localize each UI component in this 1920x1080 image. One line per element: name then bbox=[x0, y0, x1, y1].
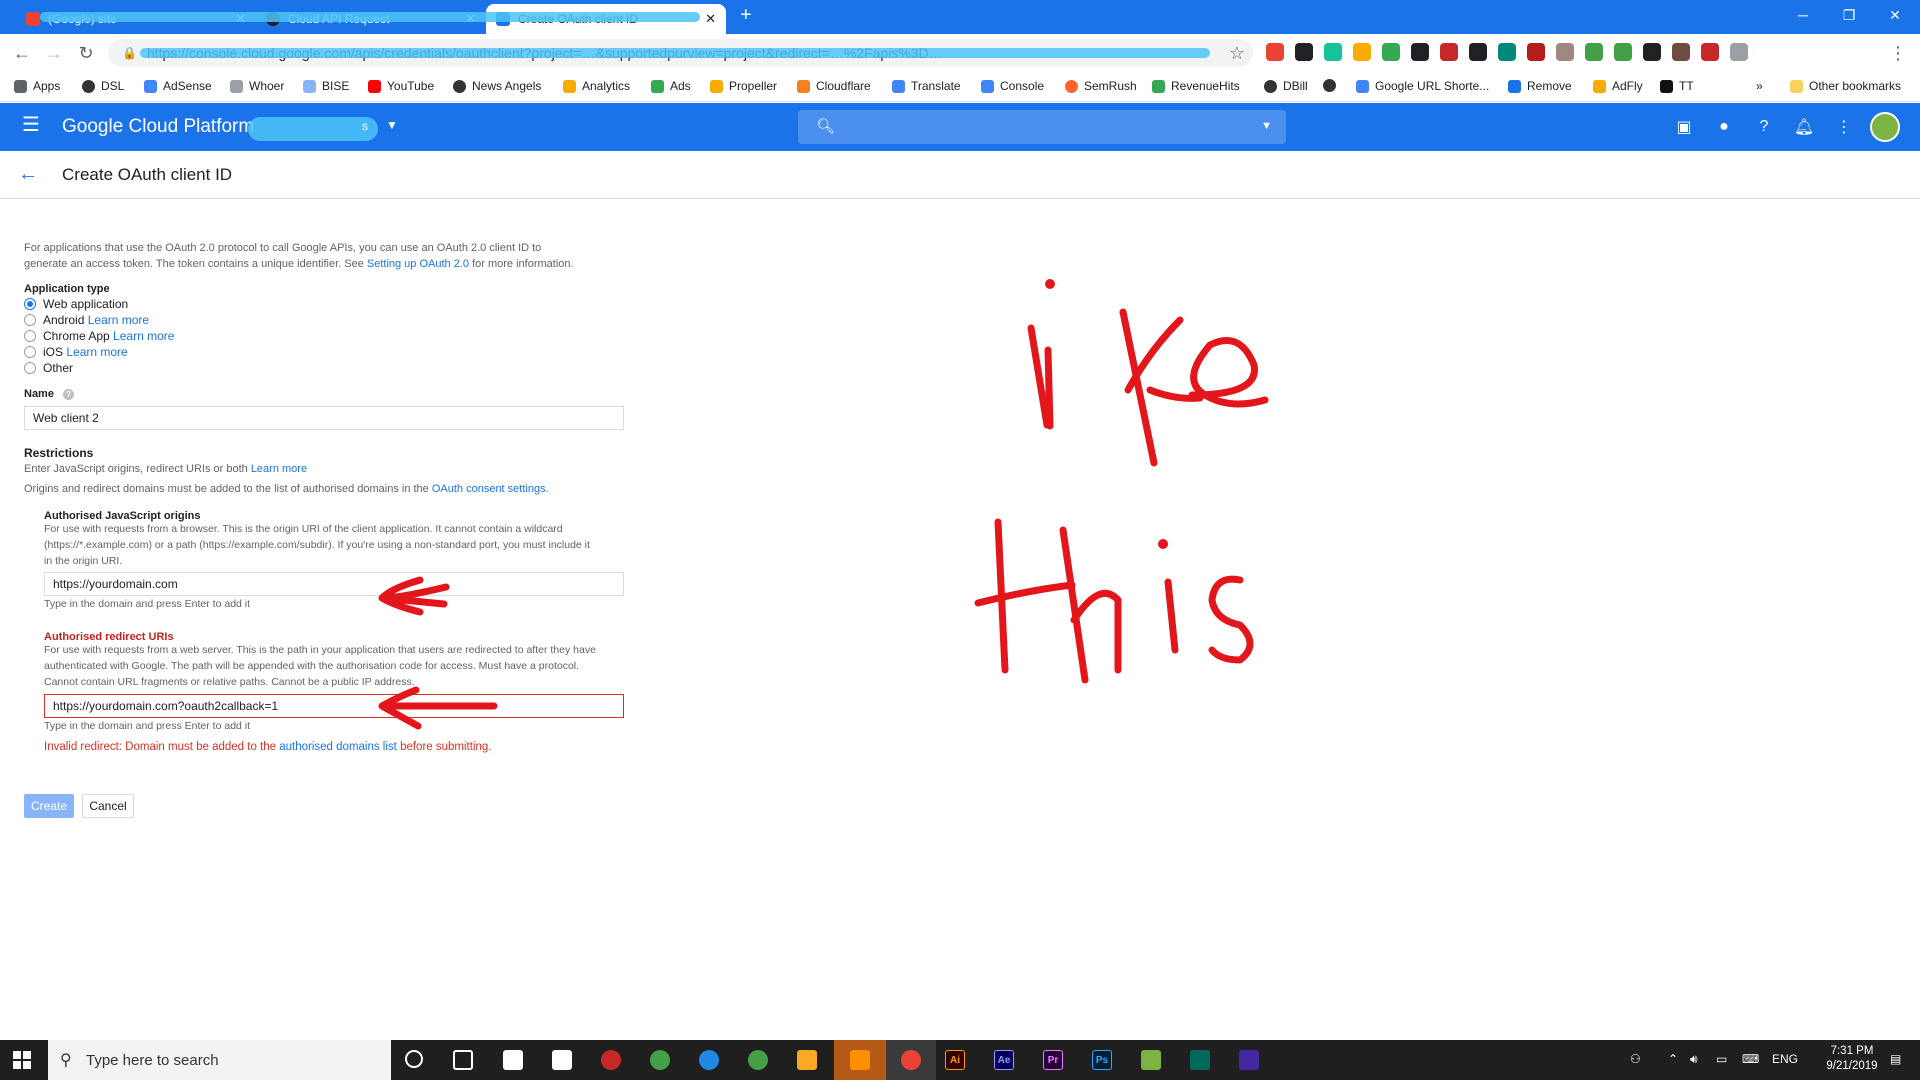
notification-center-icon[interactable]: ▤ bbox=[1890, 1052, 1901, 1066]
pdf-ext-icon[interactable] bbox=[1527, 43, 1545, 61]
xbox-icon[interactable] bbox=[650, 1050, 670, 1070]
photos-icon[interactable] bbox=[748, 1050, 768, 1070]
annotation-dot bbox=[1158, 539, 1168, 549]
arrow-to-redirect-uri bbox=[378, 686, 498, 730]
annotation-letter bbox=[974, 518, 1076, 674]
language-indicator[interactable]: ENG bbox=[1772, 1052, 1798, 1066]
app-icon[interactable] bbox=[601, 1050, 621, 1070]
vpn-ext-icon[interactable] bbox=[1585, 43, 1603, 61]
annotation-letter bbox=[1208, 575, 1254, 664]
block-ext-icon[interactable] bbox=[1295, 43, 1313, 61]
explorer-icon[interactable] bbox=[797, 1050, 817, 1070]
premiere-icon[interactable]: Pr bbox=[1043, 1050, 1063, 1070]
film-ext-icon[interactable] bbox=[1672, 43, 1690, 61]
mail-icon[interactable] bbox=[552, 1050, 572, 1070]
annotation-letter bbox=[1044, 346, 1054, 430]
volume-icon[interactable]: 🔊︎ bbox=[1690, 1052, 1698, 1067]
chrome-taskbar-active[interactable] bbox=[886, 1040, 936, 1080]
n-ext-icon[interactable] bbox=[1498, 43, 1516, 61]
annotation-letter bbox=[1119, 308, 1204, 467]
taskbar-search-input[interactable]: ⚲ Type here to search bbox=[48, 1040, 391, 1080]
vlc-icon bbox=[850, 1050, 870, 1070]
keyboard-icon[interactable]: ⌨ bbox=[1742, 1052, 1759, 1066]
camtasia-icon[interactable] bbox=[1141, 1050, 1161, 1070]
search-icon: ⚲ bbox=[60, 1052, 72, 1069]
annotation-overlay bbox=[378, 279, 1269, 730]
edit-ext-icon[interactable] bbox=[1730, 43, 1748, 61]
app3-icon[interactable] bbox=[1239, 1050, 1259, 1070]
wordtune-ext-icon[interactable] bbox=[1469, 43, 1487, 61]
annotation-letter bbox=[1059, 526, 1122, 684]
chrome-icon bbox=[901, 1050, 921, 1070]
people-icon[interactable]: ⚇ bbox=[1630, 1052, 1641, 1066]
network-icon[interactable]: ▭ bbox=[1716, 1052, 1727, 1066]
annotation-letter bbox=[1188, 337, 1269, 408]
after-effects-icon[interactable]: Ae bbox=[994, 1050, 1014, 1070]
vlc-taskbar-active[interactable] bbox=[834, 1040, 886, 1080]
gmail-ext-icon[interactable] bbox=[1266, 43, 1284, 61]
clock[interactable]: 7:31 PM 9/21/2019 bbox=[1812, 1044, 1892, 1074]
arrow-to-js-origin bbox=[378, 576, 450, 616]
annotation-letter bbox=[1027, 324, 1051, 429]
arrow-ext-icon[interactable] bbox=[1643, 43, 1661, 61]
windows-start-icon[interactable] bbox=[13, 1051, 31, 1069]
annotation-dot bbox=[1045, 279, 1055, 289]
chevron-up-icon[interactable]: ⌃ bbox=[1668, 1052, 1678, 1066]
grammarly-ext-icon[interactable] bbox=[1324, 43, 1342, 61]
illustrator-icon[interactable]: Ai bbox=[945, 1050, 965, 1070]
analytics-ext-icon[interactable] bbox=[1353, 43, 1371, 61]
store-icon[interactable] bbox=[503, 1050, 523, 1070]
annotation-letter bbox=[1164, 578, 1179, 654]
cortana-icon[interactable] bbox=[405, 1050, 423, 1068]
windows-taskbar: ⚲ Type here to search Ai Ae Pr Ps ⚇ ⌃ 🔊︎… bbox=[0, 1040, 1920, 1080]
cookie-ext-icon[interactable] bbox=[1556, 43, 1574, 61]
sheets-ext-icon[interactable] bbox=[1382, 43, 1400, 61]
app2-icon[interactable] bbox=[1190, 1050, 1210, 1070]
camera-ext-icon[interactable] bbox=[1440, 43, 1458, 61]
edge-icon[interactable] bbox=[699, 1050, 719, 1070]
circle-ext-icon[interactable] bbox=[1614, 43, 1632, 61]
adblock-ext-icon[interactable] bbox=[1701, 43, 1719, 61]
photoshop-icon[interactable]: Ps bbox=[1092, 1050, 1112, 1070]
download-ext-icon[interactable] bbox=[1411, 43, 1429, 61]
task-view-icon[interactable] bbox=[453, 1050, 473, 1070]
